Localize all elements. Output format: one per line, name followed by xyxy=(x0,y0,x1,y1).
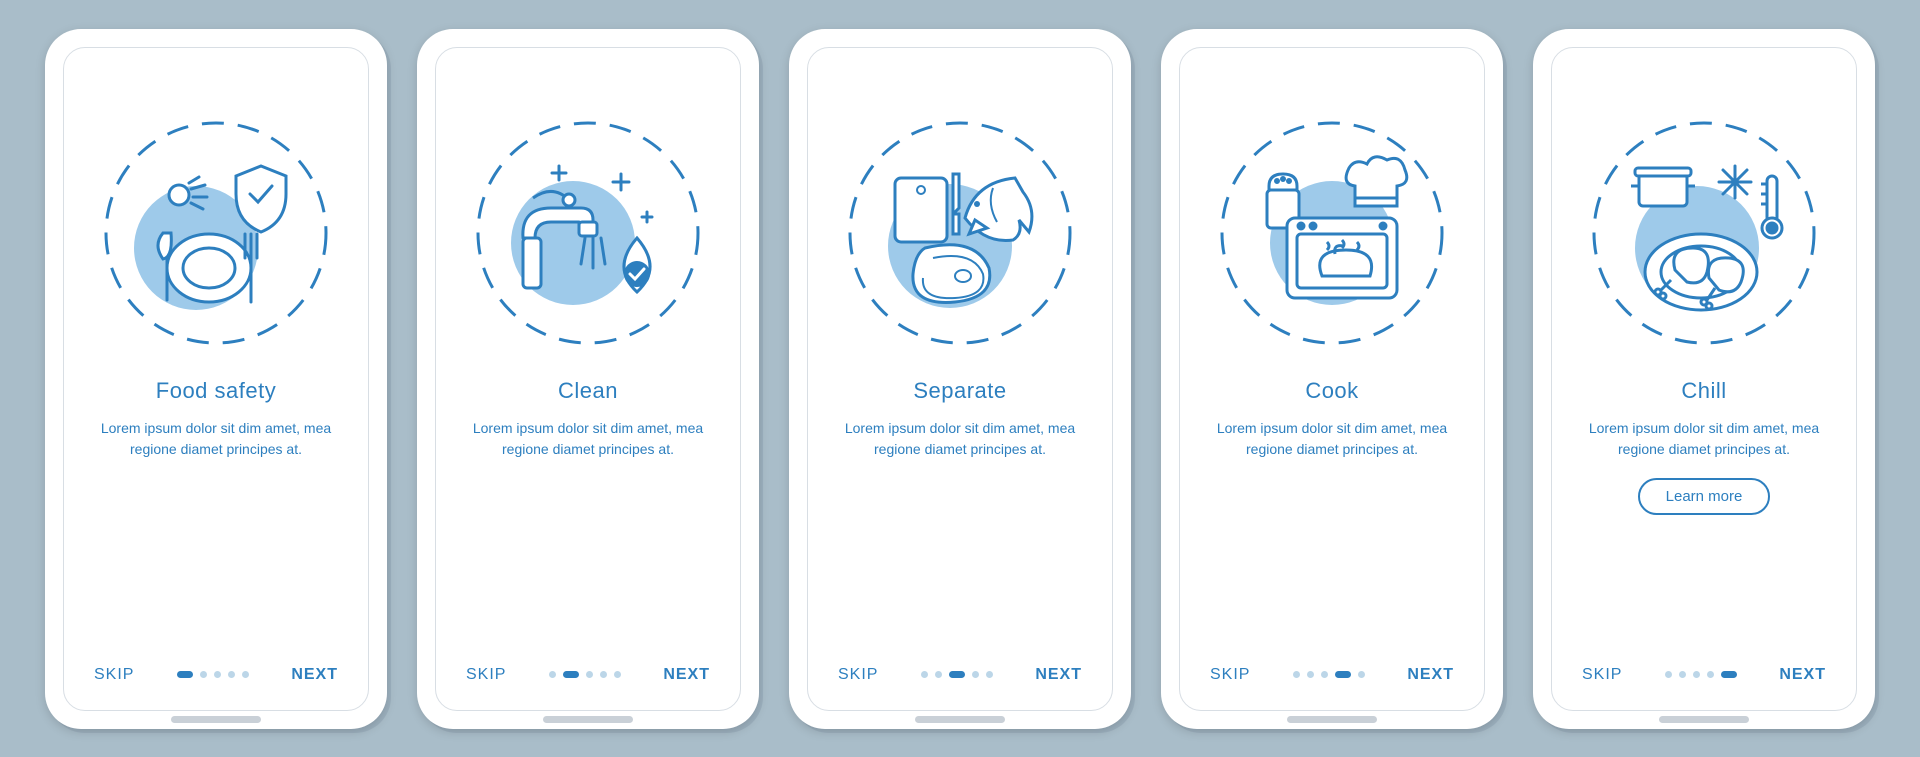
onboarding-title: Clean xyxy=(558,378,618,404)
page-dot[interactable] xyxy=(1679,671,1686,678)
skip-button[interactable]: SKIP xyxy=(1582,666,1622,684)
cook-icon xyxy=(1217,118,1447,348)
page-dot[interactable] xyxy=(214,671,221,678)
page-dots xyxy=(921,671,993,678)
phone-mockup: Cook Lorem ipsum dolor sit dim amet, mea… xyxy=(1161,29,1503,729)
page-dots xyxy=(549,671,621,678)
onboarding-description: Lorem ipsum dolor sit dim amet, mea regi… xyxy=(458,418,718,460)
next-button[interactable]: NEXT xyxy=(291,666,338,684)
home-indicator xyxy=(915,716,1005,723)
page-dot[interactable] xyxy=(563,671,579,678)
home-indicator xyxy=(1659,716,1749,723)
next-button[interactable]: NEXT xyxy=(1035,666,1082,684)
page-dot[interactable] xyxy=(986,671,993,678)
next-button[interactable]: NEXT xyxy=(663,666,710,684)
onboarding-screen-cook: Cook Lorem ipsum dolor sit dim amet, mea… xyxy=(1179,47,1485,711)
phone-mockup: Separate Lorem ipsum dolor sit dim amet,… xyxy=(789,29,1131,729)
page-dot[interactable] xyxy=(614,671,621,678)
page-dot[interactable] xyxy=(242,671,249,678)
page-dot[interactable] xyxy=(1707,671,1714,678)
skip-button[interactable]: SKIP xyxy=(94,666,134,684)
onboarding-nav: SKIP NEXT xyxy=(64,666,368,684)
page-dot[interactable] xyxy=(600,671,607,678)
onboarding-screen-food-safety: Food safety Lorem ipsum dolor sit dim am… xyxy=(63,47,369,711)
page-dots xyxy=(1293,671,1365,678)
onboarding-nav: SKIP NEXT xyxy=(808,666,1112,684)
skip-button[interactable]: SKIP xyxy=(466,666,506,684)
page-dot[interactable] xyxy=(1358,671,1365,678)
onboarding-description: Lorem ipsum dolor sit dim amet, mea regi… xyxy=(1202,418,1462,460)
page-dot[interactable] xyxy=(549,671,556,678)
onboarding-description: Lorem ipsum dolor sit dim amet, mea regi… xyxy=(1574,418,1834,460)
chill-icon xyxy=(1589,118,1819,348)
learn-more-button[interactable]: Learn more xyxy=(1638,478,1771,515)
onboarding-nav: SKIP NEXT xyxy=(1180,666,1484,684)
onboarding-title: Cook xyxy=(1305,378,1358,404)
page-dot[interactable] xyxy=(921,671,928,678)
page-dots xyxy=(177,671,249,678)
home-indicator xyxy=(1287,716,1377,723)
page-dot[interactable] xyxy=(1693,671,1700,678)
separate-icon xyxy=(845,118,1075,348)
page-dot[interactable] xyxy=(586,671,593,678)
food-safety-icon xyxy=(101,118,331,348)
home-indicator xyxy=(171,716,261,723)
onboarding-nav: SKIP NEXT xyxy=(1552,666,1856,684)
next-button[interactable]: NEXT xyxy=(1779,666,1826,684)
page-dot[interactable] xyxy=(972,671,979,678)
page-dot[interactable] xyxy=(935,671,942,678)
page-dot[interactable] xyxy=(1335,671,1351,678)
onboarding-title: Chill xyxy=(1681,378,1726,404)
onboarding-title: Food safety xyxy=(156,378,276,404)
onboarding-description: Lorem ipsum dolor sit dim amet, mea regi… xyxy=(830,418,1090,460)
onboarding-screen-separate: Separate Lorem ipsum dolor sit dim amet,… xyxy=(807,47,1113,711)
page-dot[interactable] xyxy=(1293,671,1300,678)
phone-mockup: Chill Lorem ipsum dolor sit dim amet, me… xyxy=(1533,29,1875,729)
home-indicator xyxy=(543,716,633,723)
phone-mockup: Food safety Lorem ipsum dolor sit dim am… xyxy=(45,29,387,729)
page-dot[interactable] xyxy=(1321,671,1328,678)
phone-mockup: Clean Lorem ipsum dolor sit dim amet, me… xyxy=(417,29,759,729)
onboarding-nav: SKIP NEXT xyxy=(436,666,740,684)
next-button[interactable]: NEXT xyxy=(1407,666,1454,684)
onboarding-screen-clean: Clean Lorem ipsum dolor sit dim amet, me… xyxy=(435,47,741,711)
skip-button[interactable]: SKIP xyxy=(838,666,878,684)
page-dot[interactable] xyxy=(949,671,965,678)
page-dot[interactable] xyxy=(1307,671,1314,678)
onboarding-description: Lorem ipsum dolor sit dim amet, mea regi… xyxy=(86,418,346,460)
page-dots xyxy=(1665,671,1737,678)
skip-button[interactable]: SKIP xyxy=(1210,666,1250,684)
page-dot[interactable] xyxy=(177,671,193,678)
clean-icon xyxy=(473,118,703,348)
page-dot[interactable] xyxy=(200,671,207,678)
page-dot[interactable] xyxy=(1721,671,1737,678)
page-dot[interactable] xyxy=(228,671,235,678)
onboarding-title: Separate xyxy=(913,378,1006,404)
page-dot[interactable] xyxy=(1665,671,1672,678)
onboarding-screen-chill: Chill Lorem ipsum dolor sit dim amet, me… xyxy=(1551,47,1857,711)
